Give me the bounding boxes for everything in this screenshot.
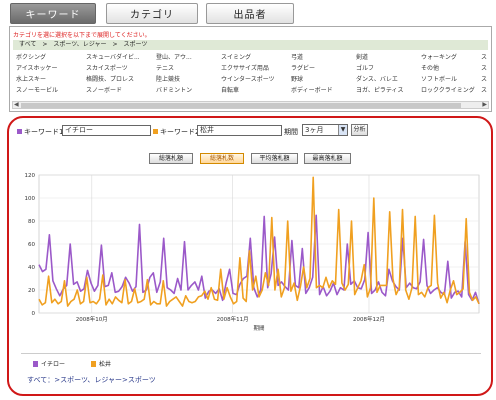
- category-breadcrumb[interactable]: すべて > スポーツ、レジャー > スポーツ: [13, 40, 488, 50]
- bid-count-line-chart: 0 20 40 60 80 100 120 2008年10月 2008年11月 2008年12月期…: [25, 173, 480, 332]
- category-item[interactable]: スカイスポーツ: [86, 63, 128, 72]
- category-item[interactable]: ウインタースポーツ: [221, 74, 275, 83]
- category-item[interactable]: バドミントン: [156, 85, 192, 94]
- category-panel: カテゴリを選に選択を以下まで展開してください。 すべて > スポーツ、レジャー …: [9, 26, 492, 112]
- scroll-right-icon[interactable]: ▶: [482, 101, 487, 108]
- y-tick-label: 0: [32, 311, 36, 317]
- category-item[interactable]: ボクシング: [16, 52, 46, 61]
- category-item[interactable]: アイスホッケー: [16, 63, 58, 72]
- x-tick-label: 2008年10月: [76, 315, 108, 323]
- category-item[interactable]: ダンス、バレエ: [356, 74, 398, 83]
- chart-panel: キーワード1 イチロー キーワード2 松井 期間 3ヶ月 ▼ 分析 総落札額 総…: [7, 116, 493, 396]
- y-tick-label: 60: [28, 242, 35, 248]
- category-item[interactable]: ロッククライミング: [421, 85, 475, 94]
- category-item[interactable]: 弓道: [291, 52, 303, 61]
- category-item[interactable]: スノーボード: [86, 85, 122, 94]
- category-item[interactable]: スノーモービル: [16, 85, 58, 94]
- scroll-thumb[interactable]: [21, 103, 461, 108]
- tab-keyword[interactable]: キーワード: [10, 3, 96, 24]
- category-item[interactable]: ヨガ、ピラティス: [356, 85, 404, 94]
- category-item[interactable]: ス: [481, 85, 487, 94]
- x-axis-title: 期間: [253, 325, 265, 332]
- category-item[interactable]: スイミング: [221, 52, 251, 61]
- legend-item-kw1: イチロー: [33, 359, 65, 368]
- legend-swatch-kw2: [91, 360, 96, 367]
- category-item[interactable]: 自転車: [221, 85, 239, 94]
- category-item[interactable]: エクササイズ用品: [221, 63, 269, 72]
- category-item[interactable]: 野球: [291, 74, 303, 83]
- category-item[interactable]: ス: [481, 52, 487, 61]
- tab-seller[interactable]: 出品者: [206, 3, 294, 24]
- y-tick-label: 40: [28, 265, 35, 271]
- category-item[interactable]: 格闘技、プロレス: [86, 74, 134, 83]
- y-tick-label: 80: [28, 219, 35, 225]
- category-item[interactable]: ウォーキング: [421, 52, 457, 61]
- category-scrollbar[interactable]: ◀ ▶: [12, 101, 489, 109]
- scroll-left-icon[interactable]: ◀: [14, 101, 19, 108]
- tab-category[interactable]: カテゴリ: [106, 3, 198, 24]
- category-item[interactable]: ス: [481, 63, 487, 72]
- category-item[interactable]: ス: [481, 74, 487, 83]
- category-item[interactable]: ソフトボール: [421, 74, 457, 83]
- category-item[interactable]: その他: [421, 63, 439, 72]
- category-item[interactable]: ボディーボード: [291, 85, 333, 94]
- y-tick-label: 100: [25, 196, 36, 202]
- x-tick-label: 2008年11月: [217, 315, 249, 323]
- category-item[interactable]: テニス: [156, 63, 174, 72]
- legend-item-kw2: 松井: [91, 359, 111, 368]
- category-item[interactable]: 陸上競技: [156, 74, 180, 83]
- y-tick-label: 20: [28, 288, 35, 294]
- category-item[interactable]: 剣道: [356, 52, 368, 61]
- chart-category-breadcrumb[interactable]: すべて：>スポーツ、レジャー>スポーツ: [27, 375, 156, 385]
- category-note: カテゴリを選に選択を以下まで展開してください。: [13, 32, 151, 39]
- category-item[interactable]: スキューバダイビ...: [86, 52, 140, 61]
- legend-swatch-kw1: [33, 360, 38, 367]
- category-item[interactable]: ゴルフ: [356, 63, 374, 72]
- x-tick-label: 2008年12月: [353, 315, 385, 323]
- category-item[interactable]: ラグビー: [291, 63, 315, 72]
- category-item[interactable]: 登山、アウ...: [156, 52, 192, 61]
- category-item[interactable]: 水上スキー: [16, 74, 46, 83]
- y-tick-label: 120: [25, 173, 36, 179]
- search-mode-tabs: キーワード カテゴリ 出品者: [10, 3, 490, 25]
